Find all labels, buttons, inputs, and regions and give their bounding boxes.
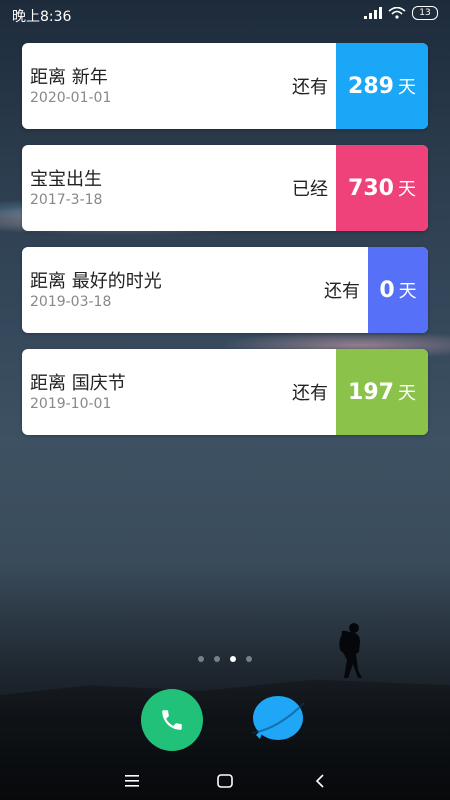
navigation-bar	[0, 760, 450, 800]
menu-icon	[125, 775, 139, 787]
back-icon	[315, 774, 324, 788]
signal-icon	[364, 7, 382, 19]
card-date: 2017-3-18	[30, 192, 103, 208]
messages-app-icon[interactable]	[248, 689, 308, 749]
card-title: 距离 新年	[30, 67, 108, 88]
wifi-icon	[388, 7, 406, 19]
home-icon	[217, 774, 233, 788]
phone-icon	[162, 710, 182, 730]
card-prefix: 还有	[292, 383, 328, 404]
countdown-card[interactable]: 距离 最好的时光 2019-03-18 还有 0 天	[22, 247, 428, 333]
card-prefix: 还有	[324, 281, 360, 302]
card-text: 宝宝出生 2017-3-18	[22, 145, 292, 231]
days-badge: 197 天	[336, 349, 428, 435]
days-badge: 0 天	[368, 247, 428, 333]
card-text: 距离 最好的时光 2019-03-18	[22, 247, 324, 333]
card-date: 2020-01-01	[30, 90, 112, 106]
card-prefix: 已经	[292, 179, 328, 200]
days-badge: 730 天	[336, 145, 428, 231]
card-date: 2019-03-18	[30, 294, 112, 310]
days-count: 730	[348, 175, 394, 201]
days-count: 197	[348, 379, 394, 405]
days-unit: 天	[398, 281, 417, 302]
card-title: 宝宝出生	[30, 169, 102, 190]
page-indicator	[0, 656, 450, 662]
countdown-card[interactable]: 距离 新年 2020-01-01 还有 289 天	[22, 43, 428, 129]
days-count: 0	[379, 277, 395, 303]
phone-app-icon[interactable]	[141, 689, 203, 751]
hiker-silhouette	[339, 623, 362, 678]
days-count: 289	[348, 73, 394, 99]
home-button[interactable]	[210, 766, 240, 796]
back-button[interactable]	[305, 766, 335, 796]
card-text: 距离 国庆节 2019-10-01	[22, 349, 292, 435]
countdown-card[interactable]: 距离 国庆节 2019-10-01 还有 197 天	[22, 349, 428, 435]
card-text: 距离 新年 2020-01-01	[22, 43, 292, 129]
days-unit: 天	[397, 77, 416, 98]
messages-icon	[251, 696, 305, 740]
countdown-card[interactable]: 宝宝出生 2017-3-18 已经 730 天	[22, 145, 428, 231]
page-dot[interactable]	[198, 656, 204, 662]
days-badge: 289 天	[336, 43, 428, 129]
status-time: 晚上8:36	[12, 9, 72, 25]
page-dot[interactable]	[214, 656, 220, 662]
card-date: 2019-10-01	[30, 396, 112, 412]
status-icons: 13	[364, 6, 438, 20]
card-prefix: 还有	[292, 77, 328, 98]
page-dot[interactable]	[230, 656, 236, 662]
page-dot[interactable]	[246, 656, 252, 662]
card-title: 距离 国庆节	[30, 373, 126, 394]
days-unit: 天	[397, 383, 416, 404]
menu-button[interactable]	[117, 766, 147, 796]
battery-icon: 13	[412, 6, 438, 20]
status-bar: 晚上8:36 13	[0, 0, 450, 30]
days-unit: 天	[397, 179, 416, 200]
card-title: 距离 最好的时光	[30, 271, 162, 292]
